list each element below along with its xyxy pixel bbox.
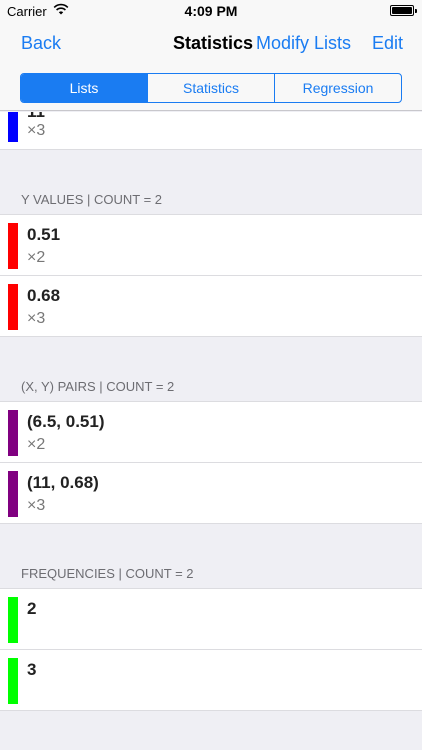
page-title: Statistics xyxy=(173,33,254,53)
segment-regression[interactable]: Regression xyxy=(274,74,401,102)
segment-lists[interactable]: Lists xyxy=(21,74,147,102)
section-header-label: (X, Y) PAIRS | COUNT = 2 xyxy=(21,379,175,394)
item-value: 0.68 xyxy=(27,286,61,305)
list-item[interactable]: (6.5, 0.51) ×2 xyxy=(0,402,422,463)
item-value: (11, 0.68) xyxy=(27,473,99,492)
list-item[interactable]: 2 xyxy=(0,589,422,650)
item-value: (6.5, 0.51) xyxy=(27,412,105,431)
section-header-label: Y VALUES | COUNT = 2 xyxy=(21,192,163,207)
section-header-frequencies: FREQUENCIES | COUNT = 2 xyxy=(0,551,422,589)
color-bar xyxy=(8,284,18,330)
clock: 4:09 PM xyxy=(184,3,238,19)
item-value: 11 xyxy=(27,112,45,122)
list-item[interactable]: 0.51 ×2 xyxy=(0,215,422,276)
section-header-y-values: Y VALUES | COUNT = 2 xyxy=(0,177,422,215)
section-spacer xyxy=(0,150,422,177)
back-button[interactable]: Back xyxy=(21,33,61,54)
list-item[interactable]: 0.68 ×3 xyxy=(0,276,422,337)
color-bar xyxy=(8,410,18,456)
navigation-bar: Back Statistics Modify Lists Edit xyxy=(0,22,422,66)
segment-statistics[interactable]: Statistics xyxy=(147,74,274,102)
color-bar xyxy=(8,658,18,704)
list-item[interactable]: 11 ×3 xyxy=(0,112,422,150)
section-spacer xyxy=(0,524,422,551)
color-bar xyxy=(8,223,18,269)
item-value: 3 xyxy=(27,660,37,679)
item-multiplicity: ×3 xyxy=(27,497,46,514)
color-bar xyxy=(8,471,18,517)
modify-lists-button[interactable]: Modify Lists xyxy=(256,33,351,54)
item-multiplicity: ×2 xyxy=(27,436,46,453)
section-header-label: FREQUENCIES | COUNT = 2 xyxy=(21,566,194,581)
section-header-xy-pairs: (X, Y) PAIRS | COUNT = 2 xyxy=(0,364,422,402)
list-item[interactable]: (11, 0.68) ×3 xyxy=(0,463,422,524)
item-value: 0.51 xyxy=(27,225,61,244)
color-bar xyxy=(8,112,18,142)
segment-bar: Lists Statistics Regression xyxy=(0,66,422,111)
list-item[interactable]: 3 xyxy=(0,650,422,711)
section-spacer xyxy=(0,337,422,364)
lists-content[interactable]: 11 ×3 Y VALUES | COUNT = 2 0.51 ×2 0.68 … xyxy=(0,112,422,750)
item-value: 2 xyxy=(27,599,37,618)
battery-icon xyxy=(390,5,417,16)
segmented-control: Lists Statistics Regression xyxy=(20,73,402,103)
status-bar: Carrier 4:09 PM xyxy=(0,0,422,22)
color-bar xyxy=(8,597,18,643)
item-multiplicity: ×3 xyxy=(27,310,46,327)
item-multiplicity: ×2 xyxy=(27,249,46,266)
item-multiplicity: ×3 xyxy=(27,122,46,139)
edit-button[interactable]: Edit xyxy=(372,33,403,54)
